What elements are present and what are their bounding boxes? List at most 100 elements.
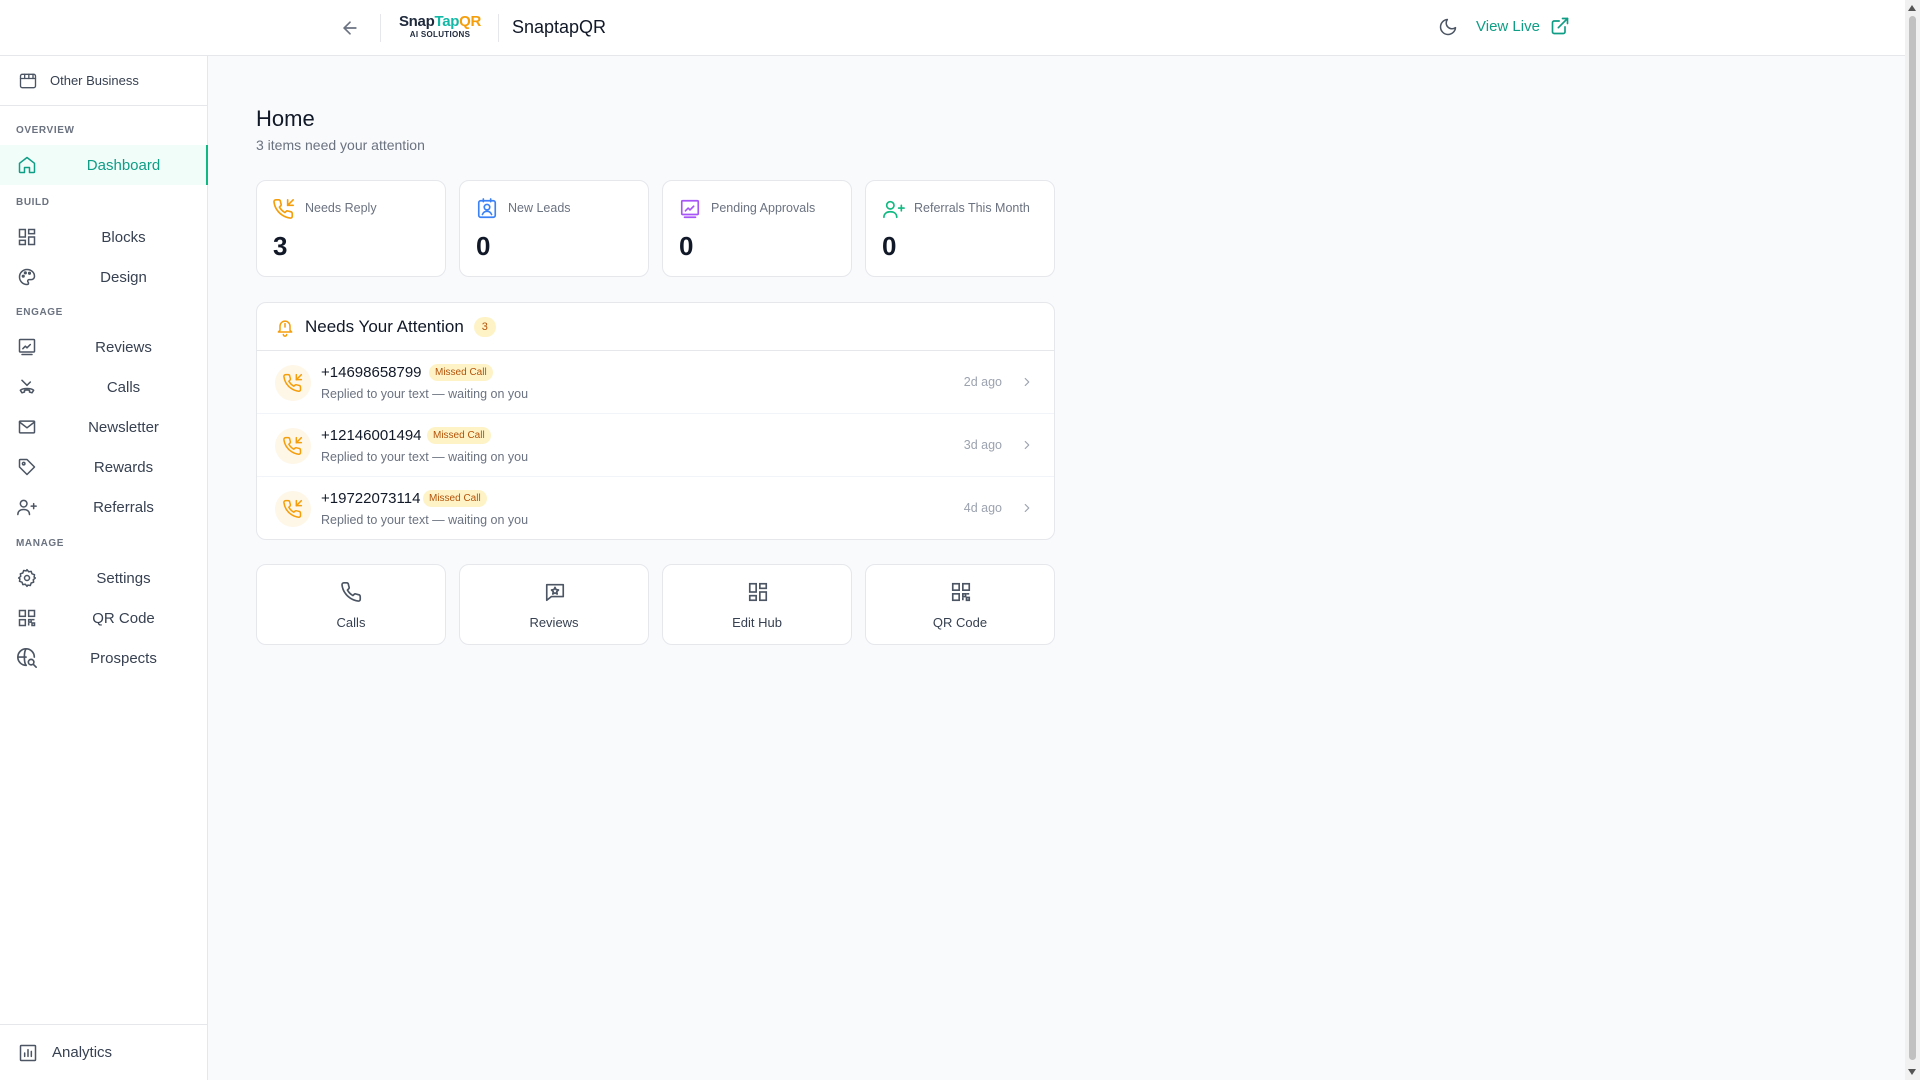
caller-phone: +19722073114 [321,490,421,507]
users-plus-icon [17,499,37,516]
sidebar-item-settings[interactable]: Settings [0,558,207,598]
page-scrollbar[interactable] [1905,0,1920,1080]
view-live-link[interactable]: View Live [1476,16,1570,36]
review-icon [18,338,36,356]
stat-card-new-leads[interactable]: New Leads 0 [459,180,649,277]
sidebar-item-calls[interactable]: Calls [0,367,207,407]
top-header: SnapTapQR AI SOLUTIONS SnaptapQR View Li… [0,0,1905,56]
stat-label: Needs Reply [305,201,377,215]
stat-label: Referrals This Month [914,201,1030,215]
qr-code-icon [18,609,36,627]
sidebar-item-analytics[interactable]: Analytics [0,1024,207,1080]
row-description: Replied to your text — waiting on you [321,513,529,527]
chevron-right-icon [1024,440,1030,450]
business-name: Other Business [50,73,139,88]
bar-chart-icon [19,1044,37,1061]
quick-action-reviews[interactable]: Reviews [459,564,649,645]
phone-missed-icon [283,436,303,455]
sidebar-item-label: Blocks [101,228,146,246]
contact-icon [477,198,497,219]
quick-action-edit-hub[interactable]: Edit Hub [662,564,852,645]
attention-row[interactable]: +12146001494 Missed Call Replied to your… [257,414,1054,477]
moon-icon [1439,18,1457,36]
sidebar-item-blocks[interactable]: Blocks [0,217,207,257]
row-description: Replied to your text — waiting on you [321,450,529,464]
bell-icon [277,319,293,337]
quick-action-label: Calls [336,615,366,630]
stat-value: 3 [273,231,288,261]
grid-icon [18,228,36,246]
section-engage: ENGAGE [16,307,63,318]
chevron-right-icon [1024,377,1030,387]
store-icon [19,73,37,88]
stat-card-needs-reply[interactable]: Needs Reply 3 [256,180,446,277]
theme-toggle-button[interactable] [1434,13,1462,41]
back-button[interactable] [336,14,364,42]
attention-header: Needs Your Attention 3 [257,303,1054,351]
missed-call-badge: Missed Call [429,364,493,381]
stat-value: 0 [882,231,897,261]
sidebar-item-newsletter[interactable]: Newsletter [0,407,207,447]
section-overview: OVERVIEW [16,125,75,136]
page-title: Home [256,106,315,131]
brand-logo[interactable]: SnapTapQR AI SOLUTIONS [396,14,484,42]
sidebar-item-prospects[interactable]: Prospects [0,638,207,678]
sidebar-item-design[interactable]: Design [0,257,207,297]
user-plus-icon [883,200,905,219]
globe-search-icon [17,648,37,668]
phone-missed-icon [283,373,303,392]
palette-icon [18,268,36,286]
external-link-icon [1551,17,1569,35]
chevron-right-icon [1024,503,1030,513]
view-live-label: View Live [1476,17,1540,35]
stat-value: 0 [679,231,694,261]
sidebar-item-label: Calls [106,378,141,396]
caller-phone: +14698658799 [321,364,422,381]
stat-value: 0 [476,231,491,261]
sidebar-item-label: Reviews [95,338,152,356]
gear-icon [17,568,37,588]
attention-row[interactable]: +14698658799 Missed Call Replied to your… [257,351,1054,414]
header-divider [380,14,381,42]
row-time: 4d ago [963,501,1002,515]
row-time: 3d ago [963,438,1002,452]
section-build: BUILD [16,197,50,208]
scroll-up-arrow[interactable] [1908,5,1916,11]
sidebar-item-label: Newsletter [88,418,159,436]
phone-off-icon [19,379,35,394]
sidebar-item-rewards[interactable]: Rewards [0,447,207,487]
sidebar-item-label: Settings [96,569,151,587]
attention-row[interactable]: +19722073114 Missed Call Replied to your… [257,477,1054,539]
sidebar-item-qr-code[interactable]: QR Code [0,598,207,638]
attention-count-badge: 3 [473,316,496,337]
attention-panel: Needs Your Attention 3 +14698658799 Miss… [256,302,1055,540]
business-title: SnaptapQR [512,17,607,37]
scroll-thumb[interactable] [1909,16,1916,1060]
stat-card-pending-approvals[interactable]: Pending Approvals 0 [662,180,852,277]
sidebar-item-dashboard[interactable]: Dashboard [0,145,208,185]
row-description: Replied to your text — waiting on you [321,387,529,401]
stat-card-referrals-this-month[interactable]: Referrals This Month 0 [865,180,1055,277]
mail-icon [18,420,36,434]
page-subtitle: 3 items need your attention [256,137,425,153]
row-time: 2d ago [963,375,1002,389]
review-pending-icon [680,199,700,219]
tag-icon [18,458,36,476]
stat-label: Pending Approvals [711,201,816,215]
qr-code-icon [951,582,971,602]
missed-call-badge: Missed Call [427,427,491,444]
sidebar-item-referrals[interactable]: Referrals [0,487,207,527]
sidebar-item-label: Rewards [93,458,154,476]
quick-action-qr-code[interactable]: QR Code [865,564,1055,645]
quick-action-label: Reviews [529,615,579,630]
stat-label: New Leads [508,201,571,215]
sidebar-item-reviews[interactable]: Reviews [0,327,207,367]
home-icon [18,156,36,174]
business-switcher[interactable]: Other Business [0,56,207,106]
quick-action-calls[interactable]: Calls [256,564,446,645]
phone-missed-icon [283,499,303,518]
quick-action-label: Edit Hub [732,615,782,630]
scroll-down-arrow[interactable] [1908,1069,1916,1075]
arrow-left-icon [343,21,357,35]
phone-icon [341,582,362,602]
